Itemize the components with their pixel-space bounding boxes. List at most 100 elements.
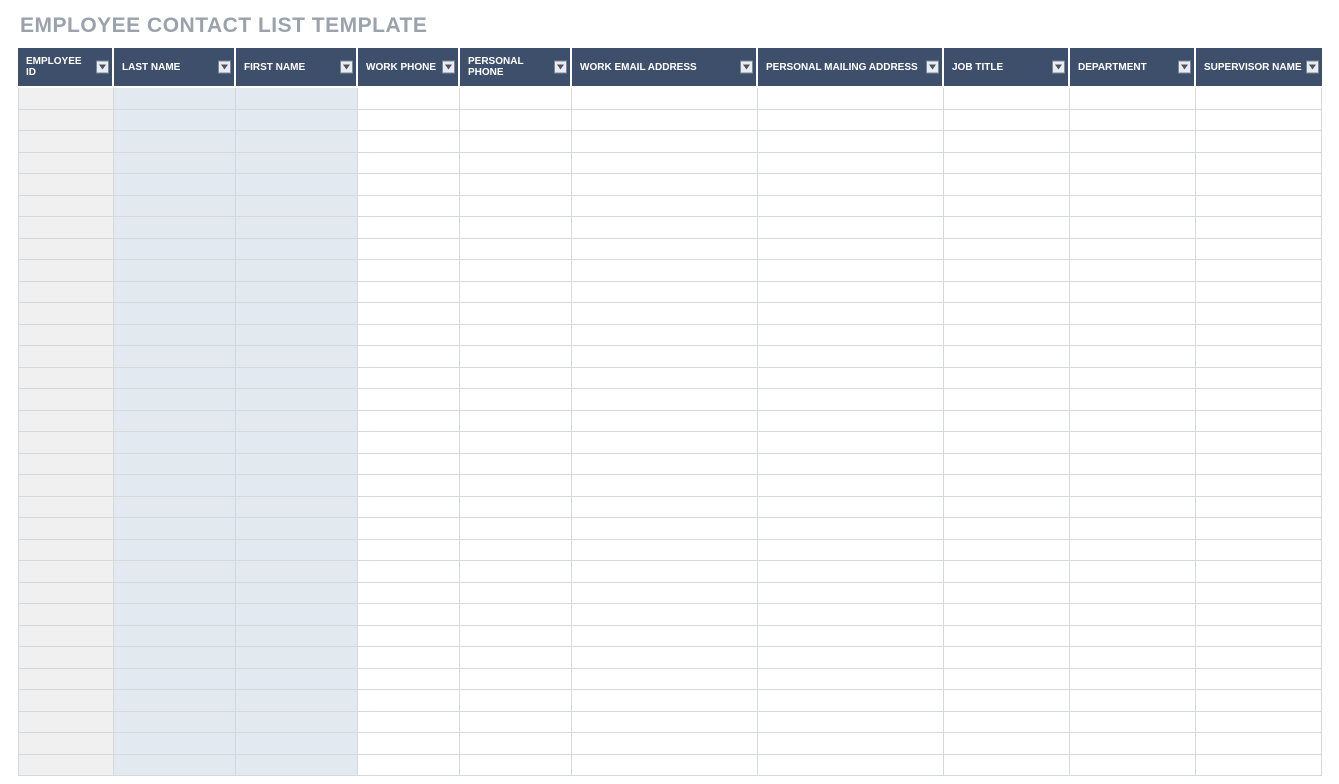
- cell[interactable]: [758, 368, 944, 390]
- cell[interactable]: [1196, 153, 1322, 175]
- cell[interactable]: [572, 153, 758, 175]
- cell[interactable]: [18, 669, 114, 691]
- cell[interactable]: [114, 282, 236, 304]
- cell[interactable]: [572, 303, 758, 325]
- cell[interactable]: [460, 454, 572, 476]
- cell[interactable]: [572, 110, 758, 132]
- cell[interactable]: [572, 196, 758, 218]
- cell[interactable]: [1070, 389, 1196, 411]
- cell[interactable]: [18, 110, 114, 132]
- cell[interactable]: [358, 196, 460, 218]
- cell[interactable]: [236, 626, 358, 648]
- cell[interactable]: [114, 690, 236, 712]
- cell[interactable]: [358, 561, 460, 583]
- cell[interactable]: [236, 131, 358, 153]
- cell[interactable]: [572, 454, 758, 476]
- cell[interactable]: [944, 690, 1070, 712]
- cell[interactable]: [1070, 626, 1196, 648]
- filter-dropdown-icon[interactable]: [96, 61, 109, 74]
- cell[interactable]: [236, 669, 358, 691]
- cell[interactable]: [944, 389, 1070, 411]
- cell[interactable]: [236, 561, 358, 583]
- cell[interactable]: [18, 583, 114, 605]
- cell[interactable]: [572, 368, 758, 390]
- cell[interactable]: [460, 755, 572, 777]
- cell[interactable]: [18, 260, 114, 282]
- cell[interactable]: [944, 174, 1070, 196]
- cell[interactable]: [572, 88, 758, 110]
- cell[interactable]: [460, 626, 572, 648]
- cell[interactable]: [1196, 88, 1322, 110]
- cell[interactable]: [1070, 475, 1196, 497]
- cell[interactable]: [460, 690, 572, 712]
- cell[interactable]: [358, 669, 460, 691]
- cell[interactable]: [572, 346, 758, 368]
- cell[interactable]: [460, 239, 572, 261]
- cell[interactable]: [18, 131, 114, 153]
- cell[interactable]: [114, 88, 236, 110]
- cell[interactable]: [460, 325, 572, 347]
- cell[interactable]: [114, 733, 236, 755]
- cell[interactable]: [114, 497, 236, 519]
- cell[interactable]: [1070, 131, 1196, 153]
- cell[interactable]: [358, 325, 460, 347]
- cell[interactable]: [944, 153, 1070, 175]
- cell[interactable]: [114, 604, 236, 626]
- cell[interactable]: [114, 755, 236, 777]
- cell[interactable]: [1070, 647, 1196, 669]
- cell[interactable]: [460, 497, 572, 519]
- cell[interactable]: [758, 260, 944, 282]
- cell[interactable]: [460, 282, 572, 304]
- cell[interactable]: [758, 217, 944, 239]
- cell[interactable]: [1196, 733, 1322, 755]
- cell[interactable]: [358, 239, 460, 261]
- filter-dropdown-icon[interactable]: [340, 61, 353, 74]
- cell[interactable]: [460, 432, 572, 454]
- cell[interactable]: [358, 755, 460, 777]
- filter-dropdown-icon[interactable]: [442, 61, 455, 74]
- cell[interactable]: [18, 174, 114, 196]
- cell[interactable]: [572, 626, 758, 648]
- cell[interactable]: [1070, 755, 1196, 777]
- cell[interactable]: [944, 196, 1070, 218]
- cell[interactable]: [758, 647, 944, 669]
- cell[interactable]: [358, 411, 460, 433]
- cell[interactable]: [114, 454, 236, 476]
- cell[interactable]: [944, 712, 1070, 734]
- cell[interactable]: [236, 411, 358, 433]
- cell[interactable]: [1196, 583, 1322, 605]
- cell[interactable]: [18, 518, 114, 540]
- cell[interactable]: [1070, 217, 1196, 239]
- filter-dropdown-icon[interactable]: [1306, 61, 1319, 74]
- cell[interactable]: [1070, 540, 1196, 562]
- cell[interactable]: [1070, 239, 1196, 261]
- cell[interactable]: [758, 389, 944, 411]
- cell[interactable]: [114, 583, 236, 605]
- cell[interactable]: [460, 583, 572, 605]
- cell[interactable]: [758, 239, 944, 261]
- cell[interactable]: [358, 282, 460, 304]
- cell[interactable]: [944, 217, 1070, 239]
- cell[interactable]: [944, 346, 1070, 368]
- cell[interactable]: [114, 411, 236, 433]
- cell[interactable]: [758, 712, 944, 734]
- filter-dropdown-icon[interactable]: [926, 61, 939, 74]
- cell[interactable]: [460, 196, 572, 218]
- cell[interactable]: [758, 88, 944, 110]
- cell[interactable]: [1196, 325, 1322, 347]
- cell[interactable]: [358, 690, 460, 712]
- cell[interactable]: [18, 368, 114, 390]
- cell[interactable]: [114, 110, 236, 132]
- cell[interactable]: [1196, 475, 1322, 497]
- cell[interactable]: [236, 690, 358, 712]
- cell[interactable]: [460, 174, 572, 196]
- cell[interactable]: [1196, 432, 1322, 454]
- cell[interactable]: [18, 153, 114, 175]
- cell[interactable]: [572, 131, 758, 153]
- cell[interactable]: [358, 389, 460, 411]
- cell[interactable]: [460, 647, 572, 669]
- cell[interactable]: [236, 583, 358, 605]
- cell[interactable]: [944, 518, 1070, 540]
- cell[interactable]: [460, 110, 572, 132]
- cell[interactable]: [358, 540, 460, 562]
